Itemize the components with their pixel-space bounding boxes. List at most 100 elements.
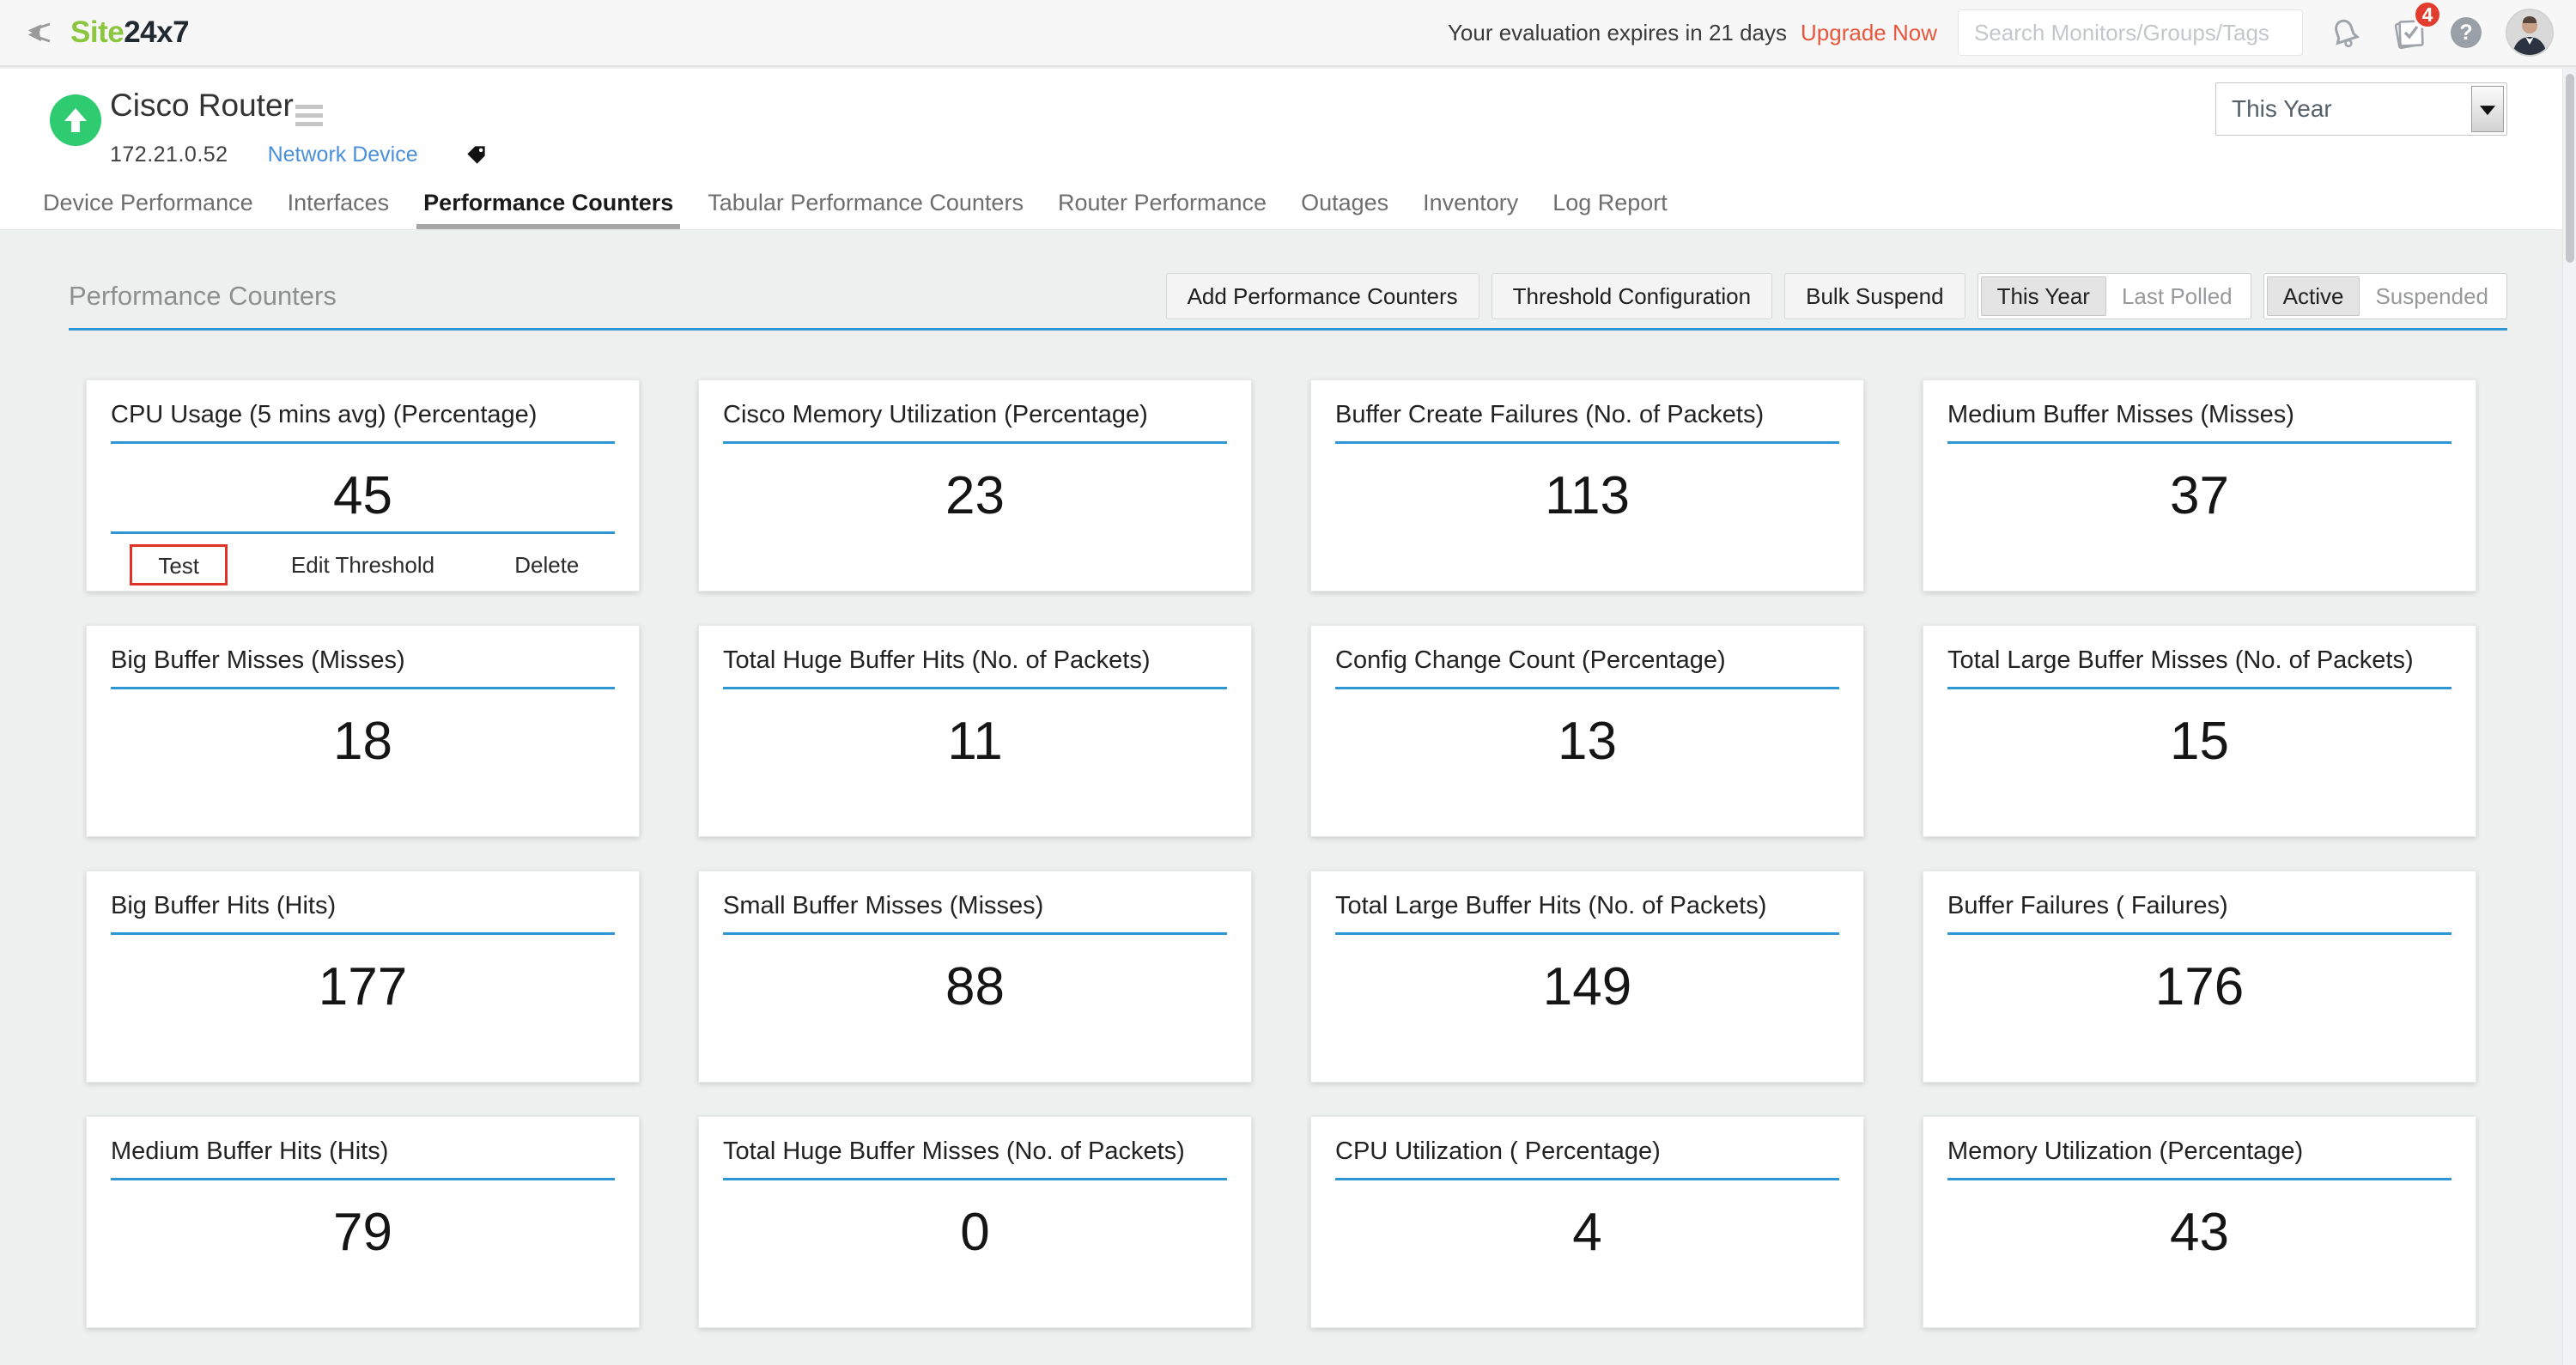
monitor-menu-icon[interactable]	[295, 105, 323, 130]
section-heading: Performance Counters	[69, 273, 337, 319]
tab-log-report[interactable]: Log Report	[1552, 190, 1668, 229]
tab-outages[interactable]: Outages	[1301, 190, 1388, 229]
counter-value: 113	[1335, 470, 1839, 523]
monitor-type-link[interactable]: Network Device	[268, 143, 418, 167]
tab-router-performance[interactable]: Router Performance	[1058, 190, 1267, 229]
site24x7-logo[interactable]: Site24x7	[70, 15, 189, 50]
delete-action[interactable]: Delete	[455, 543, 639, 586]
time-range-select[interactable]: This Year	[2215, 82, 2507, 136]
counter-value: 13	[1335, 715, 1839, 768]
counter-card: CPU Utilization ( Percentage)4	[1310, 1116, 1864, 1328]
range-toggle-option-last-polled[interactable]: Last Polled	[2106, 276, 2248, 316]
notification-count-badge: 4	[2413, 0, 2442, 29]
counter-title-underline	[723, 932, 1227, 935]
counter-title: CPU Utilization ( Percentage)	[1335, 1117, 1839, 1166]
counter-value: 37	[1947, 470, 2451, 523]
counter-card: Total Large Buffer Hits (No. of Packets)…	[1310, 871, 1864, 1083]
counter-card: Total Large Buffer Misses (No. of Packet…	[1923, 625, 2476, 837]
counter-card: Small Buffer Misses (Misses)88	[698, 871, 1252, 1083]
tab-tabular-performance-counters[interactable]: Tabular Performance Counters	[708, 190, 1024, 229]
counter-card: Config Change Count (Percentage) 13	[1310, 625, 1864, 837]
counter-title-underline	[111, 932, 615, 935]
counter-card: Cisco Memory Utilization (Percentage)23	[698, 379, 1252, 592]
counter-title-underline	[1335, 441, 1839, 444]
counter-value: 177	[111, 961, 615, 1014]
counter-title-underline	[111, 441, 615, 444]
counter-value: 11	[723, 715, 1227, 768]
counter-title-underline	[1335, 687, 1839, 689]
time-range-value: This Year	[2232, 83, 2332, 135]
counter-title-underline	[1335, 1178, 1839, 1180]
upgrade-now-link[interactable]: Upgrade Now	[1801, 20, 1937, 46]
counter-title-underline	[723, 687, 1227, 689]
counter-title-underline	[1947, 1178, 2451, 1180]
scrollbar-thumb[interactable]	[2566, 74, 2574, 263]
user-avatar[interactable]	[2506, 9, 2554, 57]
monitor-tabs: Device Performance Interfaces Performance …	[43, 190, 1702, 229]
counter-card: Medium Buffer Hits (Hits)79	[86, 1116, 640, 1328]
search-input[interactable]	[1958, 9, 2303, 56]
test-action[interactable]: Test	[87, 543, 270, 586]
counter-card: Medium Buffer Misses (Misses) 37	[1923, 379, 2476, 592]
counter-title: Big Buffer Hits (Hits)	[111, 871, 615, 920]
counter-title: Total Huge Buffer Hits (No. of Packets)	[723, 626, 1227, 675]
counter-title-underline	[1947, 441, 2451, 444]
toolbar: Performance Counters Add Performance Cou…	[69, 273, 2507, 319]
counter-title-underline	[1947, 687, 2451, 689]
counter-title: Config Change Count (Percentage)	[1335, 626, 1839, 675]
tab-performance-counters[interactable]: Performance Counters	[423, 190, 673, 229]
collapse-sidebar-icon[interactable]	[24, 17, 55, 48]
range-toggle-option-this-year[interactable]: This Year	[1981, 276, 2106, 316]
notifications-bell-icon[interactable]	[2329, 16, 2361, 49]
tags-icon[interactable]	[465, 143, 488, 167]
counter-value: 18	[111, 715, 615, 768]
range-toggle: This YearLast Polled	[1978, 273, 2251, 319]
counter-title: Total Large Buffer Misses (No. of Packet…	[1947, 626, 2451, 675]
counter-value: 23	[723, 470, 1227, 523]
page-scrollbar[interactable]	[2562, 69, 2576, 1365]
counter-title-underline	[1947, 932, 2451, 935]
counter-title: Big Buffer Misses (Misses)	[111, 626, 615, 675]
evaluation-expiry-text: Your evaluation expires in 21 days	[1448, 20, 1787, 46]
counter-title-underline	[111, 687, 615, 689]
content-area: Performance Counters Add Performance Cou…	[0, 230, 2576, 1365]
counter-card: Total Huge Buffer Hits (No. of Packets) 1…	[698, 625, 1252, 837]
threshold-configuration-button[interactable]: Threshold Configuration	[1492, 273, 1773, 319]
topbar-right: Your evaluation expires in 21 days Upgra…	[1448, 9, 2554, 57]
state-toggle-option-suspended[interactable]: Suspended	[2360, 276, 2504, 316]
alerts-tasks-icon[interactable]: 4	[2391, 14, 2428, 52]
logo-24x7-text: 24x7	[124, 15, 189, 49]
select-arrow-icon	[2471, 86, 2504, 132]
topbar: Site24x7 Your evaluation expires in 21 d…	[0, 0, 2576, 67]
counter-card: Total Huge Buffer Misses (No. of Packets…	[698, 1116, 1252, 1328]
counter-title: Memory Utilization (Percentage)	[1947, 1117, 2451, 1166]
edit-threshold-action[interactable]: Edit Threshold	[270, 543, 454, 586]
monitor-header: Cisco Router 172.21.0.52 Network Device …	[0, 69, 2576, 230]
counter-card: Buffer Failures ( Failures)176	[1923, 871, 2476, 1083]
state-toggle-option-active[interactable]: Active	[2267, 276, 2360, 316]
counter-value: 43	[1947, 1206, 2451, 1259]
monitor-title: Cisco Router	[110, 88, 294, 124]
counter-title: Total Huge Buffer Misses (No. of Packets…	[723, 1117, 1227, 1166]
counter-title-underline	[723, 1178, 1227, 1180]
tab-inventory[interactable]: Inventory	[1423, 190, 1518, 229]
counter-card: Big Buffer Misses (Misses) 18	[86, 625, 640, 837]
tab-device-performance[interactable]: Device Performance	[43, 190, 253, 229]
annotation-highlight-box[interactable]: Test	[130, 544, 228, 585]
counter-value: 0	[723, 1206, 1227, 1259]
bulk-suspend-button[interactable]: Bulk Suspend	[1784, 273, 1965, 319]
counter-title: Medium Buffer Misses (Misses)	[1947, 380, 2451, 429]
help-icon[interactable]: ?	[2451, 17, 2482, 48]
counter-actions: Test Edit ThresholdDelete	[87, 543, 639, 586]
logo-site-text: Site	[70, 15, 124, 49]
counter-card: CPU Usage (5 mins avg) (Percentage)45Tes…	[86, 379, 640, 592]
counter-value: 15	[1947, 715, 2451, 768]
monitor-subheader: 172.21.0.52 Network Device	[110, 143, 488, 167]
tab-interfaces[interactable]: Interfaces	[288, 190, 390, 229]
add-performance-counters-button[interactable]: Add Performance Counters	[1166, 273, 1479, 319]
counter-title-underline	[111, 1178, 615, 1180]
counter-title: Buffer Failures ( Failures)	[1947, 871, 2451, 920]
counter-title: CPU Usage (5 mins avg) (Percentage)	[111, 380, 615, 429]
counter-title-underline	[723, 441, 1227, 444]
monitor-ip: 172.21.0.52	[110, 143, 228, 167]
